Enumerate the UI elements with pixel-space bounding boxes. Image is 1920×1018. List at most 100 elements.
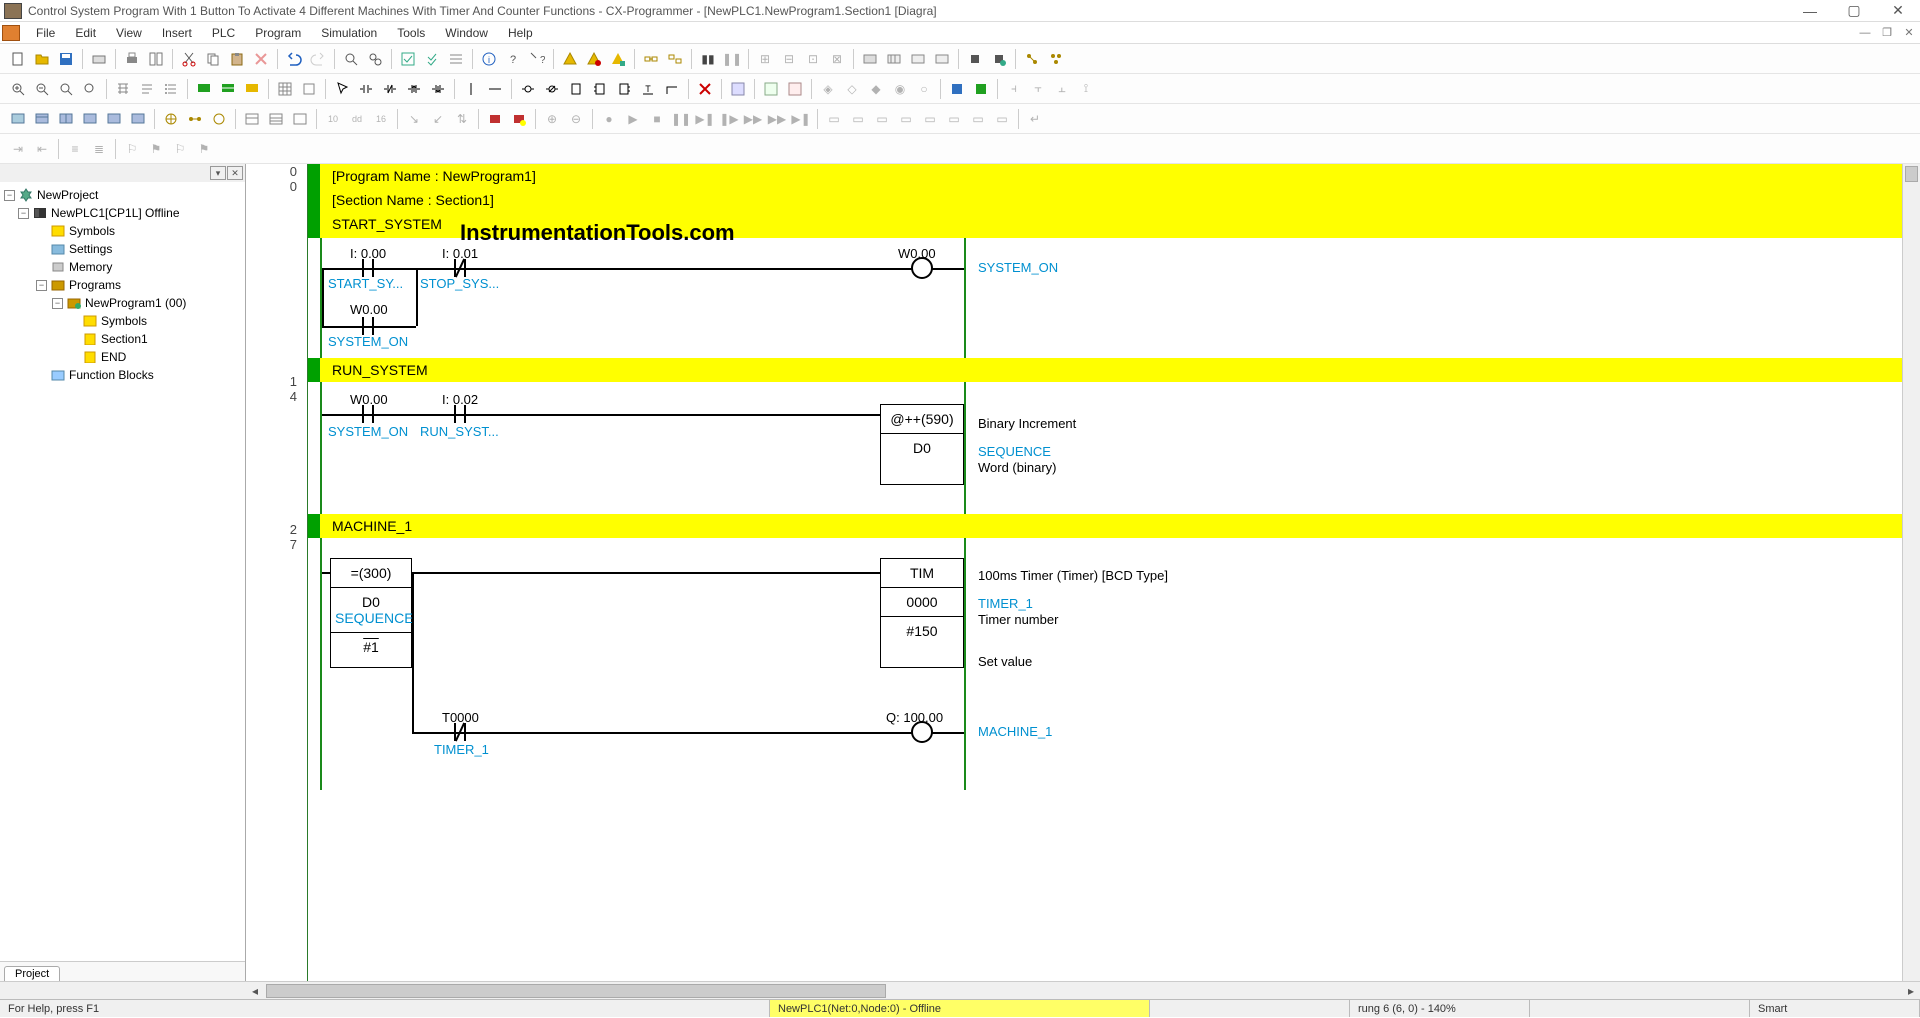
zoom-100-icon[interactable]: [79, 78, 101, 100]
pause2-icon[interactable]: ❚❚: [670, 108, 692, 130]
view-list-icon[interactable]: [160, 78, 182, 100]
chip1-icon[interactable]: [964, 48, 986, 70]
scroll-left-icon[interactable]: ◂: [246, 984, 264, 998]
tree-plc[interactable]: −NewPLC1[CP1L] Offline: [4, 204, 241, 222]
horizontal-scrollbar[interactable]: ◂ ▸: [0, 981, 1920, 999]
menu-edit[interactable]: Edit: [65, 22, 106, 44]
link2-icon[interactable]: [664, 48, 686, 70]
net2-icon[interactable]: [1045, 48, 1067, 70]
stop-icon[interactable]: ■: [646, 108, 668, 130]
box6-icon[interactable]: ▭: [943, 108, 965, 130]
menu-window[interactable]: Window: [435, 22, 498, 44]
alignl-icon[interactable]: ≡: [64, 138, 86, 160]
alignr-icon[interactable]: ≣: [88, 138, 110, 160]
flag4-icon[interactable]: ⚑: [193, 138, 215, 160]
box5-icon[interactable]: ▭: [919, 108, 941, 130]
dbg1-icon[interactable]: ◈: [817, 78, 839, 100]
win2-icon[interactable]: [31, 108, 53, 130]
zoom-in-icon[interactable]: [7, 78, 29, 100]
play-icon[interactable]: ▶: [622, 108, 644, 130]
rung1-body[interactable]: W0.00 SYSTEM_ON I: 0.02 RUN_SYST... @++(…: [308, 382, 1920, 514]
flag1-icon[interactable]: ⚐: [121, 138, 143, 160]
compare-icon[interactable]: [145, 48, 167, 70]
tree-symbols[interactable]: Symbols: [4, 222, 241, 240]
tree-p1-symbols[interactable]: Symbols: [4, 312, 241, 330]
info-icon[interactable]: i: [478, 48, 500, 70]
vertical-scrollbar[interactable]: [1902, 164, 1920, 981]
win6-icon[interactable]: [127, 108, 149, 130]
grid4-icon[interactable]: ⊠: [826, 48, 848, 70]
copy-icon[interactable]: [202, 48, 224, 70]
tree-settings[interactable]: Settings: [4, 240, 241, 258]
verify-icon[interactable]: [397, 48, 419, 70]
box2-icon[interactable]: ▭: [847, 108, 869, 130]
coil-icon[interactable]: [517, 78, 539, 100]
box1-icon[interactable]: ▭: [823, 108, 845, 130]
scroll-right-icon[interactable]: ▸: [1902, 984, 1920, 998]
delrung-icon[interactable]: [694, 78, 716, 100]
tbl2-icon[interactable]: [265, 108, 287, 130]
rec-icon[interactable]: ●: [598, 108, 620, 130]
mic1-icon[interactable]: ⊕: [541, 108, 563, 130]
win5-icon[interactable]: [103, 108, 125, 130]
close-button[interactable]: ✕: [1876, 0, 1920, 22]
view-mnemonic-icon[interactable]: [136, 78, 158, 100]
side-close-icon[interactable]: ✕: [227, 166, 243, 180]
tree-memory[interactable]: Memory: [4, 258, 241, 276]
replace-icon[interactable]: [364, 48, 386, 70]
side-dropdown-icon[interactable]: ▾: [210, 166, 226, 180]
grid-icon[interactable]: [274, 78, 296, 100]
zoom-fit-icon[interactable]: [55, 78, 77, 100]
save-icon[interactable]: [55, 48, 77, 70]
arrow2-icon[interactable]: ↙: [427, 108, 449, 130]
tree-program1[interactable]: −NewProgram1 (00): [4, 294, 241, 312]
chip2-icon[interactable]: [988, 48, 1010, 70]
mdi-close[interactable]: ✕: [1898, 24, 1920, 42]
vline-icon[interactable]: [460, 78, 482, 100]
zoom-out-icon[interactable]: [31, 78, 53, 100]
color2-icon[interactable]: [970, 78, 992, 100]
contact-p-icon[interactable]: [403, 78, 425, 100]
view-ladder-icon[interactable]: [112, 78, 134, 100]
menu-insert[interactable]: Insert: [152, 22, 202, 44]
find-icon[interactable]: [340, 48, 362, 70]
align2-icon[interactable]: ⫟: [1027, 78, 1049, 100]
menu-file[interactable]: File: [26, 22, 65, 44]
mdi-restore[interactable]: ❐: [1876, 24, 1898, 42]
win4-icon[interactable]: [79, 108, 101, 130]
redo-icon[interactable]: [307, 48, 329, 70]
tab-project[interactable]: Project: [4, 966, 60, 981]
online3-icon[interactable]: [208, 108, 230, 130]
warning2-icon[interactable]: [583, 48, 605, 70]
context-help-icon[interactable]: ?: [526, 48, 548, 70]
menu-view[interactable]: View: [106, 22, 152, 44]
win3-icon[interactable]: [55, 108, 77, 130]
contact-no-icon[interactable]: [355, 78, 377, 100]
indent-icon[interactable]: ⇥: [7, 138, 29, 160]
module1-icon[interactable]: [859, 48, 881, 70]
tree-programs[interactable]: −Programs: [4, 276, 241, 294]
func1b-icon[interactable]: [589, 78, 611, 100]
warning1-icon[interactable]: [559, 48, 581, 70]
win1-icon[interactable]: [7, 108, 29, 130]
pause-icon[interactable]: ❚❚: [721, 48, 743, 70]
align1-icon[interactable]: ⫞: [1003, 78, 1025, 100]
minimize-button[interactable]: —: [1788, 0, 1832, 22]
grid2-icon[interactable]: ⊟: [778, 48, 800, 70]
online2-icon[interactable]: [184, 108, 206, 130]
base16-icon[interactable]: 16: [370, 108, 392, 130]
fb-compare[interactable]: =(300) D0 SEQUENCE #1: [330, 558, 412, 668]
menu-help[interactable]: Help: [498, 22, 543, 44]
dbg3-icon[interactable]: ◆: [865, 78, 887, 100]
ret-icon[interactable]: ↵: [1024, 108, 1046, 130]
align4-icon[interactable]: ⟟: [1075, 78, 1097, 100]
open-icon[interactable]: [31, 48, 53, 70]
mic2-icon[interactable]: ⊖: [565, 108, 587, 130]
snap-icon[interactable]: [298, 78, 320, 100]
show-sym-icon[interactable]: [241, 78, 263, 100]
fb-increment[interactable]: @++(590) D0: [880, 404, 964, 485]
rung0-body[interactable]: I: 0.00 START_SY... I: 0.01 STOP_SYS... …: [308, 238, 1920, 358]
xref-icon[interactable]: [445, 48, 467, 70]
panel3-icon[interactable]: [784, 78, 806, 100]
dbg2-icon[interactable]: ◇: [841, 78, 863, 100]
